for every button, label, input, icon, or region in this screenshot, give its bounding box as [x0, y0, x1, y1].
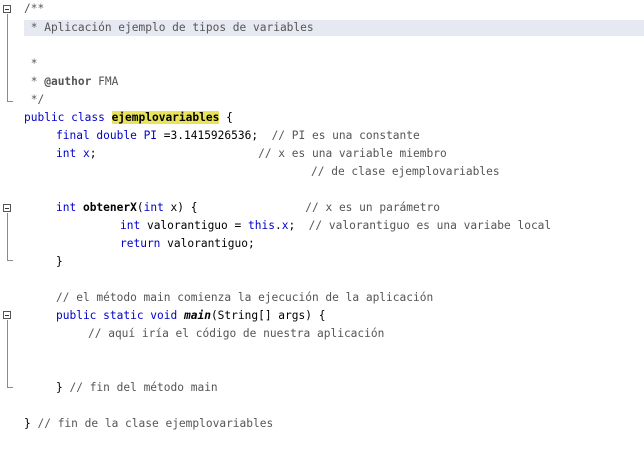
code-line[interactable]: */	[0, 91, 644, 109]
javadoc-description: * Aplicación ejemplo de tipos de variabl…	[24, 21, 314, 34]
line-comment: // el método main comienza la ejecución …	[56, 291, 434, 304]
code-line[interactable]: * @author FMA	[0, 73, 644, 91]
inline-comment: // fin del método main	[69, 381, 218, 394]
method-name: main	[183, 309, 211, 322]
brace: }	[24, 417, 38, 430]
code-line[interactable]: public class ejemplovariables {	[0, 109, 644, 127]
code-line[interactable]: int x; // x es una variable miembro	[0, 145, 644, 163]
closing-brace: }	[56, 255, 63, 268]
javadoc-close: */	[24, 93, 45, 106]
code-line[interactable]: * Aplicación ejemplo de tipos de variabl…	[0, 19, 644, 37]
class-declaration: public class ejemplovariables {	[24, 109, 233, 127]
constant-declaration: final double PI =3.1415926536; // PI es …	[56, 127, 420, 145]
inline-comment: // valorantiguo es una variabe local	[308, 219, 552, 232]
semicolon: ;	[89, 147, 259, 160]
code-line[interactable]: // de clase ejemplovariables	[0, 163, 644, 181]
javadoc-blank: *	[24, 57, 38, 70]
code-line[interactable]: *	[0, 55, 644, 73]
main-declaration: public static void main(String[] args) {	[56, 307, 325, 325]
code-line[interactable]: return valorantiguo;	[0, 235, 644, 253]
code-line[interactable]: /**	[0, 0, 644, 18]
parameter: x) {	[163, 201, 306, 214]
inline-comment: // de clase ejemplovariables	[311, 165, 500, 178]
code-line[interactable]: }	[0, 253, 644, 271]
line-comment: // aquí iría el código de nuestra aplica…	[88, 327, 385, 340]
code-line[interactable]: public static void main(String[] args) {	[0, 307, 644, 325]
return-value: valorantiguo;	[167, 237, 255, 250]
dot: .	[274, 219, 282, 232]
code-editor[interactable]: /** * Aplicación ejemplo de tipos de var…	[0, 0, 644, 456]
code-line[interactable]: int valorantiguo = this.x; // valorantig…	[0, 217, 644, 235]
class-end: } // fin de la clase ejemplovariables	[24, 415, 273, 433]
method-end: } // fin del método main	[56, 379, 218, 397]
brace: }	[56, 381, 70, 394]
field-name: x	[82, 147, 90, 160]
return-statement: return valorantiguo;	[120, 235, 255, 253]
class-name-highlighted: ejemplovariables	[111, 111, 220, 124]
javadoc-author-tag: @author	[44, 75, 92, 88]
keyword: public class	[24, 111, 112, 124]
inline-comment: // x es una variable miembro	[258, 147, 447, 160]
method-name: obtenerX	[82, 201, 137, 214]
javadoc-open: /**	[24, 2, 45, 15]
inline-comment: // fin de la clase ejemplovariables	[37, 417, 274, 430]
constant-name: PI	[143, 129, 158, 142]
code-line[interactable]: int obtenerX(int x) { // x es un parámet…	[0, 199, 644, 217]
code-line[interactable]: } // fin del método main	[0, 379, 644, 397]
keyword: final double	[56, 129, 144, 142]
field-declaration: int x; // x es una variable miembro	[56, 145, 447, 163]
keyword: int	[56, 147, 83, 160]
constant-value: =3.1415926536;	[157, 129, 272, 142]
code-line[interactable]: // aquí iría el código de nuestra aplica…	[0, 325, 644, 343]
local-name: valorantiguo =	[146, 219, 248, 232]
keyword: int	[56, 201, 83, 214]
keyword: int	[143, 201, 164, 214]
parameters: (String[] args) {	[210, 309, 326, 322]
inline-comment: // PI es una constante	[271, 129, 420, 142]
inline-comment: // x es un parámetro	[305, 201, 440, 214]
author-name: FMA	[91, 75, 119, 88]
code-line[interactable]: final double PI =3.1415926536; // PI es …	[0, 127, 644, 145]
code-line[interactable]: // el método main comienza la ejecución …	[0, 289, 644, 307]
keyword: return	[120, 237, 168, 250]
keyword: public static void	[56, 309, 184, 322]
brace: {	[219, 111, 233, 124]
keyword: this	[248, 219, 275, 232]
code-line[interactable]: } // fin de la clase ejemplovariables	[0, 415, 644, 433]
paren: (	[136, 201, 144, 214]
local-declaration: int valorantiguo = this.x; // valorantig…	[120, 217, 551, 235]
semicolon: ;	[288, 219, 309, 232]
method-declaration: int obtenerX(int x) { // x es un parámet…	[56, 199, 440, 217]
javadoc-author-line: * @author FMA	[24, 73, 119, 91]
keyword: int	[120, 219, 147, 232]
javadoc-prefix: *	[24, 75, 45, 88]
